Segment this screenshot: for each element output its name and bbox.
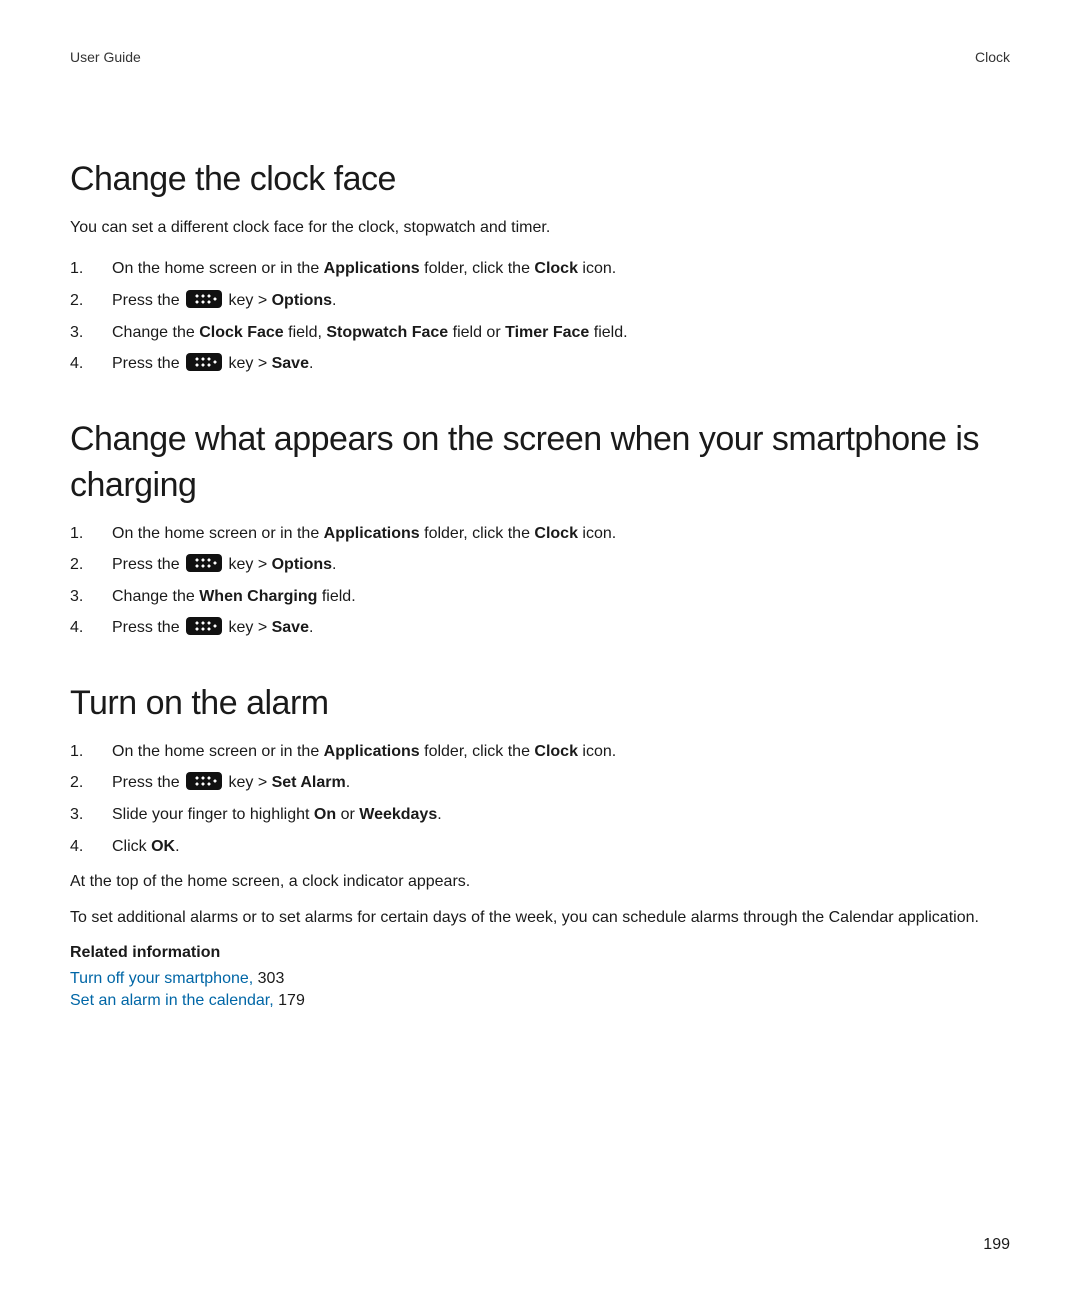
related-link-row: Turn off your smartphone, 303	[70, 968, 1010, 990]
step-text: Press the	[112, 774, 184, 791]
bold-text: Stopwatch Face	[326, 324, 448, 341]
step-item: Slide your finger to highlight On or Wee…	[70, 804, 1010, 826]
step-text: On the home screen or in the	[112, 525, 324, 542]
step-item: On the home screen or in the Application…	[70, 258, 1010, 280]
step-text: icon.	[578, 743, 616, 760]
page-number: 199	[983, 1234, 1010, 1256]
step-text: key >	[224, 355, 272, 372]
section-heading-charging: Change what appears on the screen when y…	[70, 417, 1010, 509]
header-right: Clock	[975, 48, 1010, 67]
step-item: Click OK.	[70, 836, 1010, 858]
menu-key-icon	[186, 353, 222, 371]
related-link-page-number: 179	[278, 992, 305, 1009]
bold-text: Clock	[534, 525, 578, 542]
related-link-row: Set an alarm in the calendar, 179	[70, 990, 1010, 1012]
step-text: field or	[448, 324, 505, 341]
bold-text: Applications	[324, 525, 420, 542]
section3-after1: At the top of the home screen, a clock i…	[70, 871, 1010, 893]
bold-text: OK	[151, 838, 175, 855]
step-text: .	[346, 774, 350, 791]
step-text: field.	[589, 324, 627, 341]
menu-key-icon	[186, 617, 222, 635]
step-text: folder, click the	[420, 260, 535, 277]
step-text: folder, click the	[420, 525, 535, 542]
bold-text: Clock Face	[199, 324, 283, 341]
bold-text: Clock	[534, 260, 578, 277]
step-item: Change the When Charging field.	[70, 586, 1010, 608]
header-left: User Guide	[70, 48, 141, 67]
section3-steps: On the home screen or in the Application…	[70, 741, 1010, 857]
bold-text: On	[314, 806, 336, 823]
related-link-turn-off-smartphone[interactable]: Turn off your smartphone,	[70, 970, 253, 987]
step-text: or	[336, 806, 359, 823]
related-link-set-alarm-calendar[interactable]: Set an alarm in the calendar,	[70, 992, 274, 1009]
bold-text: Save	[272, 355, 309, 372]
step-item: Press the key > Options.	[70, 554, 1010, 576]
bold-text: Options	[272, 556, 332, 573]
step-text: Press the	[112, 355, 184, 372]
bold-text: Applications	[324, 260, 420, 277]
section-heading-clock-face: Change the clock face	[70, 157, 1010, 203]
menu-key-icon	[186, 772, 222, 790]
bold-text: Clock	[534, 743, 578, 760]
step-text: .	[332, 292, 336, 309]
step-text: field,	[284, 324, 327, 341]
document-page: User Guide Clock Change the clock face Y…	[0, 0, 1080, 1296]
step-item: On the home screen or in the Application…	[70, 741, 1010, 763]
step-text: icon.	[578, 525, 616, 542]
bold-text: Weekdays	[359, 806, 437, 823]
page-header: User Guide Clock	[70, 48, 1010, 67]
step-text: Slide your finger to highlight	[112, 806, 314, 823]
section1-steps: On the home screen or in the Application…	[70, 258, 1010, 374]
step-text: icon.	[578, 260, 616, 277]
step-text: key >	[224, 292, 272, 309]
bold-text: Timer Face	[505, 324, 589, 341]
step-text: key >	[224, 619, 272, 636]
bold-text: Applications	[324, 743, 420, 760]
menu-key-icon	[186, 290, 222, 308]
bold-text: When Charging	[199, 588, 317, 605]
section3-after2: To set additional alarms or to set alarm…	[70, 907, 1010, 929]
step-text: .	[437, 806, 441, 823]
section1-intro: You can set a different clock face for t…	[70, 217, 1010, 239]
step-text: On the home screen or in the	[112, 743, 324, 760]
step-item: Press the key > Set Alarm.	[70, 772, 1010, 794]
step-text: On the home screen or in the	[112, 260, 324, 277]
bold-text: Set Alarm	[272, 774, 346, 791]
step-text: .	[332, 556, 336, 573]
step-text: .	[175, 838, 179, 855]
step-item: Press the key > Options.	[70, 290, 1010, 312]
step-text: Press the	[112, 619, 184, 636]
step-text: Change the	[112, 324, 199, 341]
step-item: On the home screen or in the Application…	[70, 523, 1010, 545]
step-item: Press the key > Save.	[70, 617, 1010, 639]
related-info-heading: Related information	[70, 942, 1010, 964]
step-text: folder, click the	[420, 743, 535, 760]
section-heading-alarm: Turn on the alarm	[70, 681, 1010, 727]
step-text: Press the	[112, 556, 184, 573]
step-text: Change the	[112, 588, 199, 605]
step-text: field.	[317, 588, 355, 605]
step-text: .	[309, 355, 313, 372]
step-text: key >	[224, 556, 272, 573]
bold-text: Save	[272, 619, 309, 636]
menu-key-icon	[186, 554, 222, 572]
related-links: Turn off your smartphone, 303 Set an ala…	[70, 968, 1010, 1011]
step-item: Change the Clock Face field, Stopwatch F…	[70, 322, 1010, 344]
step-text: .	[309, 619, 313, 636]
step-item: Press the key > Save.	[70, 353, 1010, 375]
section2-steps: On the home screen or in the Application…	[70, 523, 1010, 639]
bold-text: Options	[272, 292, 332, 309]
related-link-page-number: 303	[258, 970, 285, 987]
step-text: key >	[224, 774, 272, 791]
step-text: Click	[112, 838, 151, 855]
step-text: Press the	[112, 292, 184, 309]
